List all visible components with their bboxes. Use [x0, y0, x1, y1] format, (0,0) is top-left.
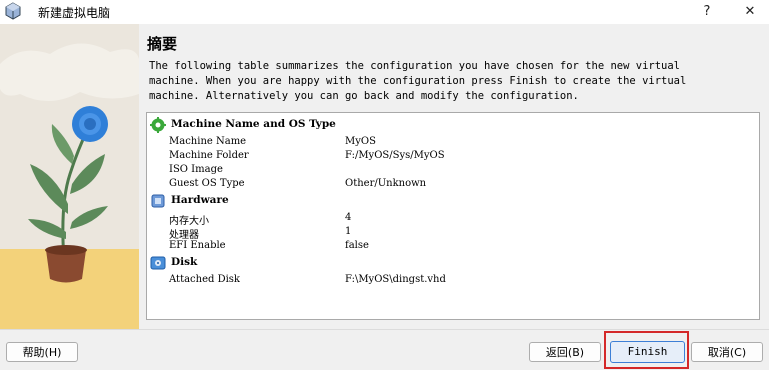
description-line: The following table summarizes the confi…: [149, 60, 681, 72]
row-value: Other/Unknown: [345, 178, 427, 189]
row-label: 内存大小: [169, 216, 209, 227]
help-button[interactable]: 帮助(H): [6, 342, 78, 362]
row-value: 4: [345, 212, 352, 223]
close-icon[interactable]: ✕: [735, 0, 765, 24]
row-label: Machine Name: [169, 136, 247, 147]
row-value: 1: [345, 226, 352, 237]
row-value: F:\MyOS\dingst.vhd: [345, 274, 446, 285]
summary-table[interactable]: Machine Name and OS Type Machine Name My…: [146, 112, 760, 320]
description-line: machine. Alternatively you can go back a…: [149, 90, 579, 102]
row-label: 处理器: [169, 230, 199, 241]
chip-icon: [150, 193, 166, 209]
row-label: Machine Folder: [169, 150, 249, 161]
row-label: ISO Image: [169, 164, 223, 175]
page-title: 摘要: [147, 35, 178, 53]
section-title: Hardware: [171, 194, 229, 206]
row-label: Attached Disk: [169, 274, 240, 285]
button-bar: 帮助(H) 返回(B) Finish 取消(C): [0, 329, 769, 370]
help-icon[interactable]: ?: [693, 0, 721, 24]
hard-disk-icon: [150, 255, 166, 271]
finish-button[interactable]: Finish: [610, 341, 685, 363]
section-title: Disk: [171, 256, 198, 268]
row-value: F:/MyOS/Sys/MyOS: [345, 150, 445, 161]
section-title: Machine Name and OS Type: [171, 118, 336, 130]
row-label: EFI Enable: [169, 240, 226, 251]
description: The following table summarizes the confi…: [149, 59, 687, 104]
row-value: false: [345, 240, 369, 251]
wizard-illustration: [0, 24, 139, 329]
green-gear-icon: [150, 117, 166, 133]
row-value: MyOS: [345, 136, 376, 147]
title-bar: 新建虚拟电脑 ? ✕: [0, 0, 769, 24]
virtualbox-cube-icon: [4, 2, 22, 20]
cancel-button[interactable]: 取消(C): [691, 342, 763, 362]
back-button[interactable]: 返回(B): [529, 342, 601, 362]
summary-page: 摘要 The following table summarizes the co…: [139, 24, 769, 329]
window-title: 新建虚拟电脑: [38, 6, 111, 20]
description-line: machine. When you are happy with the con…: [149, 75, 687, 87]
row-label: Guest OS Type: [169, 178, 245, 189]
